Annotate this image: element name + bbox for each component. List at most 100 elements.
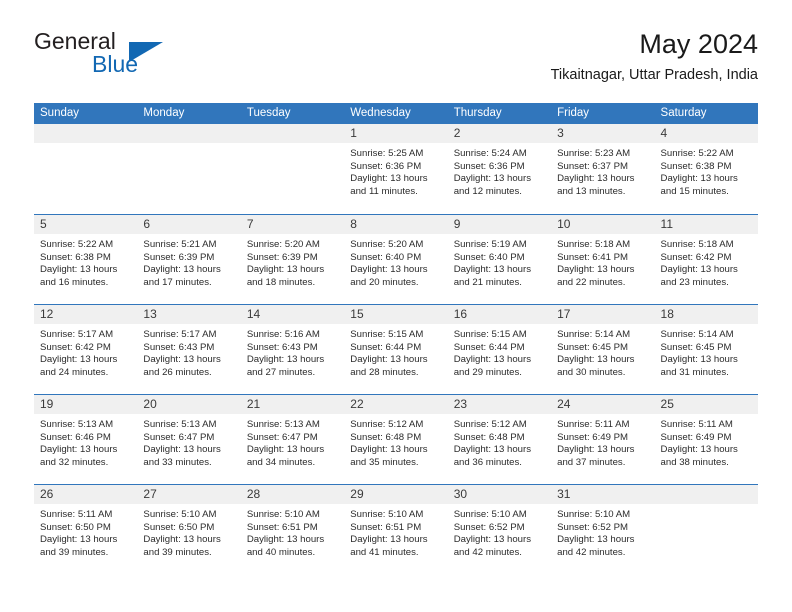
sunset-text: Sunset: 6:45 PM bbox=[660, 341, 732, 353]
calendar-day-cell[interactable]: 16 Sunrise: 5:15 AM Sunset: 6:44 PM Dayligh… bbox=[447, 305, 552, 394]
sunrise-text: Sunrise: 5:12 AM bbox=[350, 419, 424, 430]
day-details: Sunrise: 5:17 AM Sunset: 6:43 PM Daylight:… bbox=[137, 325, 240, 379]
calendar-day-cell[interactable]: 14 Sunrise: 5:16 AM Sunset: 6:43 PM Dayligh… bbox=[240, 305, 345, 394]
day-number: 9 bbox=[453, 217, 461, 231]
day-number-band: 18 bbox=[654, 305, 758, 325]
calendar-day-cell[interactable]: 19 Sunrise: 5:13 AM Sunset: 6:46 PM Dayligh… bbox=[34, 395, 138, 484]
general-blue-logo[interactable]: General Blue bbox=[34, 28, 274, 88]
day-number: 11 bbox=[660, 217, 673, 231]
day-number-band: 1 bbox=[344, 124, 448, 144]
calendar-day-cell[interactable]: 25 Sunrise: 5:11 AM Sunset: 6:49 PM Dayligh… bbox=[654, 395, 758, 484]
sunset-text: Sunset: 6:50 PM bbox=[40, 521, 111, 533]
weekday-friday: Friday bbox=[557, 107, 590, 119]
calendar-day-cell[interactable]: 4 Sunrise: 5:22 AM Sunset: 6:38 PM Daylight… bbox=[654, 124, 758, 214]
calendar-day-cell-empty bbox=[34, 124, 138, 214]
day-number-band: 31 bbox=[551, 485, 655, 505]
calendar-day-cell[interactable]: 9 Sunrise: 5:19 AM Sunset: 6:40 PM Daylight… bbox=[447, 215, 552, 304]
sunrise-text: Sunrise: 5:10 AM bbox=[143, 509, 217, 520]
calendar-day-cell[interactable]: 31 Sunrise: 5:10 AM Sunset: 6:52 PM Dayligh… bbox=[551, 485, 655, 574]
sunrise-text: Sunrise: 5:11 AM bbox=[40, 509, 113, 520]
sunset-text: Sunset: 6:46 PM bbox=[40, 431, 111, 443]
calendar-week-row: 1 Sunrise: 5:25 AM Sunset: 6:36 PM Daylight… bbox=[34, 124, 758, 214]
sunrise-text: Sunrise: 5:24 AM bbox=[453, 148, 527, 159]
calendar-day-cell[interactable]: 1 Sunrise: 5:25 AM Sunset: 6:36 PM Daylight… bbox=[344, 124, 448, 214]
daylight-text: Daylight: 13 hours and 27 minutes. bbox=[246, 354, 325, 378]
day-details: Sunrise: 5:18 AM Sunset: 6:42 PM Daylight:… bbox=[655, 235, 758, 289]
day-number-band: 3 bbox=[551, 124, 655, 144]
daylight-text: Daylight: 13 hours and 35 minutes. bbox=[350, 444, 428, 468]
calendar-day-cell[interactable]: 6 Sunrise: 5:21 AM Sunset: 6:39 PM Daylight… bbox=[137, 215, 241, 304]
daylight-text: Daylight: 13 hours and 37 minutes. bbox=[557, 444, 635, 468]
day-number-band: 2 bbox=[447, 124, 552, 144]
calendar-day-cell[interactable]: 8 Sunrise: 5:20 AM Sunset: 6:40 PM Daylight… bbox=[344, 215, 448, 304]
calendar-day-cell[interactable]: 18 Sunrise: 5:14 AM Sunset: 6:45 PM Dayligh… bbox=[654, 305, 758, 394]
day-number-band: 22 bbox=[344, 395, 448, 415]
calendar-day-cell[interactable]: 21 Sunrise: 5:13 AM Sunset: 6:47 PM Dayligh… bbox=[240, 395, 345, 484]
calendar-day-cell[interactable]: 24 Sunrise: 5:11 AM Sunset: 6:49 PM Dayligh… bbox=[551, 395, 655, 484]
calendar-day-cell[interactable]: 23 Sunrise: 5:12 AM Sunset: 6:48 PM Dayligh… bbox=[447, 395, 552, 484]
calendar-day-cell[interactable]: 11 Sunrise: 5:18 AM Sunset: 6:42 PM Dayligh… bbox=[654, 215, 758, 304]
sunrise-text: Sunrise: 5:21 AM bbox=[143, 239, 217, 250]
day-details: Sunrise: 5:13 AM Sunset: 6:47 PM Daylight:… bbox=[241, 415, 344, 469]
day-number: 24 bbox=[557, 397, 571, 411]
calendar-day-cell[interactable]: 3 Sunrise: 5:23 AM Sunset: 6:37 PM Daylight… bbox=[551, 124, 655, 214]
calendar-day-cell[interactable]: 22 Sunrise: 5:12 AM Sunset: 6:48 PM Dayligh… bbox=[344, 395, 448, 484]
day-details: Sunrise: 5:19 AM Sunset: 6:40 PM Daylight:… bbox=[448, 235, 551, 289]
day-number: 25 bbox=[660, 397, 674, 411]
day-number: 26 bbox=[40, 487, 54, 501]
calendar-day-cell[interactable]: 20 Sunrise: 5:13 AM Sunset: 6:47 PM Dayligh… bbox=[137, 395, 241, 484]
day-number: 16 bbox=[453, 307, 468, 321]
weekday-header-row: Sunday Monday Tuesday Wednesday Thursday… bbox=[34, 103, 758, 124]
sunset-text: Sunset: 6:47 PM bbox=[143, 431, 215, 443]
sunrise-text: Sunrise: 5:20 AM bbox=[246, 239, 320, 250]
day-number: 28 bbox=[246, 487, 261, 501]
day-details: Sunrise: 5:12 AM Sunset: 6:48 PM Daylight:… bbox=[344, 415, 447, 469]
day-number: 13 bbox=[143, 307, 157, 321]
day-details: Sunrise: 5:10 AM Sunset: 6:50 PM Daylight:… bbox=[137, 505, 240, 559]
day-details: Sunrise: 5:16 AM Sunset: 6:43 PM Daylight:… bbox=[241, 325, 344, 379]
daylight-text: Daylight: 13 hours and 42 minutes. bbox=[453, 534, 532, 558]
calendar-day-cell[interactable]: 28 Sunrise: 5:10 AM Sunset: 6:51 PM Dayligh… bbox=[240, 485, 345, 574]
page-subtitle: Tikaitnagar, Uttar Pradesh, India bbox=[550, 67, 758, 83]
sunset-text: Sunset: 6:51 PM bbox=[246, 521, 318, 533]
day-number-band: 5 bbox=[34, 215, 138, 235]
day-details: Sunrise: 5:10 AM Sunset: 6:51 PM Daylight:… bbox=[344, 505, 447, 559]
day-number-band bbox=[137, 124, 241, 144]
calendar-week-row: 5 Sunrise: 5:22 AM Sunset: 6:38 PM Daylight… bbox=[34, 214, 758, 304]
daylight-text: Daylight: 13 hours and 38 minutes. bbox=[660, 444, 738, 468]
calendar-day-cell[interactable]: 5 Sunrise: 5:22 AM Sunset: 6:38 PM Daylight… bbox=[34, 215, 138, 304]
daylight-text: Daylight: 13 hours and 39 minutes. bbox=[40, 534, 118, 558]
day-number-band: 13 bbox=[137, 305, 241, 325]
calendar-day-cell[interactable]: 15 Sunrise: 5:15 AM Sunset: 6:44 PM Dayligh… bbox=[344, 305, 448, 394]
sunset-text: Sunset: 6:43 PM bbox=[143, 341, 215, 353]
calendar-day-cell[interactable]: 27 Sunrise: 5:10 AM Sunset: 6:50 PM Dayligh… bbox=[137, 485, 241, 574]
sunrise-text: Sunrise: 5:23 AM bbox=[557, 148, 631, 159]
sunset-text: Sunset: 6:43 PM bbox=[246, 341, 318, 353]
sunset-text: Sunset: 6:49 PM bbox=[660, 431, 732, 443]
day-number: 14 bbox=[246, 307, 261, 321]
sunrise-text: Sunrise: 5:10 AM bbox=[246, 509, 320, 520]
day-details: Sunrise: 5:21 AM Sunset: 6:39 PM Daylight:… bbox=[137, 235, 240, 289]
calendar-day-cell[interactable]: 13 Sunrise: 5:17 AM Sunset: 6:43 PM Dayligh… bbox=[137, 305, 241, 394]
calendar-day-cell[interactable]: 26 Sunrise: 5:11 AM Sunset: 6:50 PM Dayligh… bbox=[34, 485, 138, 574]
calendar-day-cell[interactable]: 29 Sunrise: 5:10 AM Sunset: 6:51 PM Dayligh… bbox=[344, 485, 448, 574]
sunset-text: Sunset: 6:47 PM bbox=[246, 431, 318, 443]
daylight-text: Daylight: 13 hours and 12 minutes. bbox=[453, 173, 532, 197]
calendar-day-cell[interactable]: 10 Sunrise: 5:18 AM Sunset: 6:41 PM Dayligh… bbox=[551, 215, 655, 304]
page-title: May 2024 bbox=[639, 29, 758, 59]
calendar-day-cell[interactable]: 30 Sunrise: 5:10 AM Sunset: 6:52 PM Dayligh… bbox=[447, 485, 552, 574]
calendar-day-cell[interactable]: 7 Sunrise: 5:20 AM Sunset: 6:39 PM Daylight… bbox=[240, 215, 345, 304]
calendar-day-cell[interactable]: 2 Sunrise: 5:24 AM Sunset: 6:36 PM Daylight… bbox=[447, 124, 552, 214]
sunrise-text: Sunrise: 5:15 AM bbox=[350, 329, 424, 340]
sunset-text: Sunset: 6:48 PM bbox=[453, 431, 525, 443]
weekday-thursday: Thursday bbox=[453, 107, 502, 119]
day-number: 17 bbox=[557, 307, 571, 321]
sunrise-text: Sunrise: 5:13 AM bbox=[40, 419, 114, 430]
daylight-text: Daylight: 13 hours and 22 minutes. bbox=[557, 264, 635, 288]
daylight-text: Daylight: 13 hours and 17 minutes. bbox=[143, 264, 221, 288]
calendar-day-cell[interactable]: 12 Sunrise: 5:17 AM Sunset: 6:42 PM Dayligh… bbox=[34, 305, 138, 394]
sunset-text: Sunset: 6:50 PM bbox=[143, 521, 215, 533]
day-details: Sunrise: 5:12 AM Sunset: 6:48 PM Daylight:… bbox=[448, 415, 551, 469]
calendar-day-cell[interactable]: 17 Sunrise: 5:14 AM Sunset: 6:45 PM Dayligh… bbox=[551, 305, 655, 394]
sunrise-text: Sunrise: 5:17 AM bbox=[143, 329, 217, 340]
